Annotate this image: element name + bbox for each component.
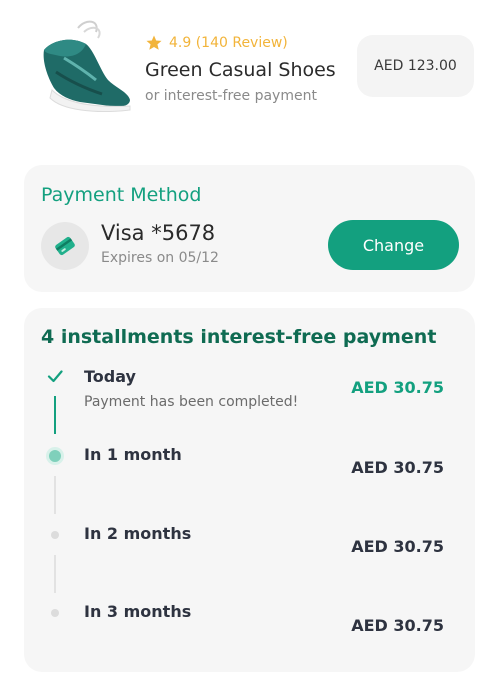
product-summary: 4.9 (140 Review) Green Casual Shoes or i… — [0, 0, 500, 140]
timeline-dot-next — [49, 450, 61, 462]
installment-amount: AED 30.75 — [351, 458, 444, 477]
rating: 4.9 (140 Review) — [145, 34, 288, 52]
price-badge: AED 123.00 — [357, 35, 474, 97]
credit-card-icon — [41, 222, 89, 270]
installments-card: 4 installments interest-free payment Tod… — [24, 308, 475, 672]
timeline-dot — [51, 531, 59, 539]
timeline-connector — [54, 476, 56, 514]
check-icon — [46, 367, 64, 385]
card-name: Visa *5678 — [101, 221, 216, 245]
card-expiry: Expires on 05/12 — [101, 250, 219, 266]
installments-title: 4 installments interest-free payment — [41, 326, 437, 348]
product-name: Green Casual Shoes — [145, 59, 336, 81]
timeline-dot — [51, 609, 59, 617]
installment-amount: AED 30.75 — [351, 378, 444, 397]
installment-label: In 1 month — [84, 445, 182, 464]
timeline-connector — [54, 396, 56, 434]
installment-label: In 3 months — [84, 602, 192, 621]
timeline-connector — [54, 555, 56, 593]
change-button[interactable]: Change — [328, 220, 459, 270]
installment-amount: AED 30.75 — [351, 616, 444, 635]
star-icon — [145, 34, 163, 52]
installment-label: Today — [84, 367, 136, 386]
payment-method-card: Payment Method Visa *5678 Expires on 05/… — [24, 165, 475, 292]
product-subtitle: or interest-free payment — [145, 88, 317, 104]
rating-text: 4.9 (140 Review) — [169, 35, 288, 51]
installment-note: Payment has been completed! — [84, 394, 299, 410]
installment-amount: AED 30.75 — [351, 537, 444, 556]
installment-label: In 2 months — [84, 524, 192, 543]
payment-method-title: Payment Method — [41, 184, 202, 206]
sneaker-icon — [34, 14, 134, 114]
